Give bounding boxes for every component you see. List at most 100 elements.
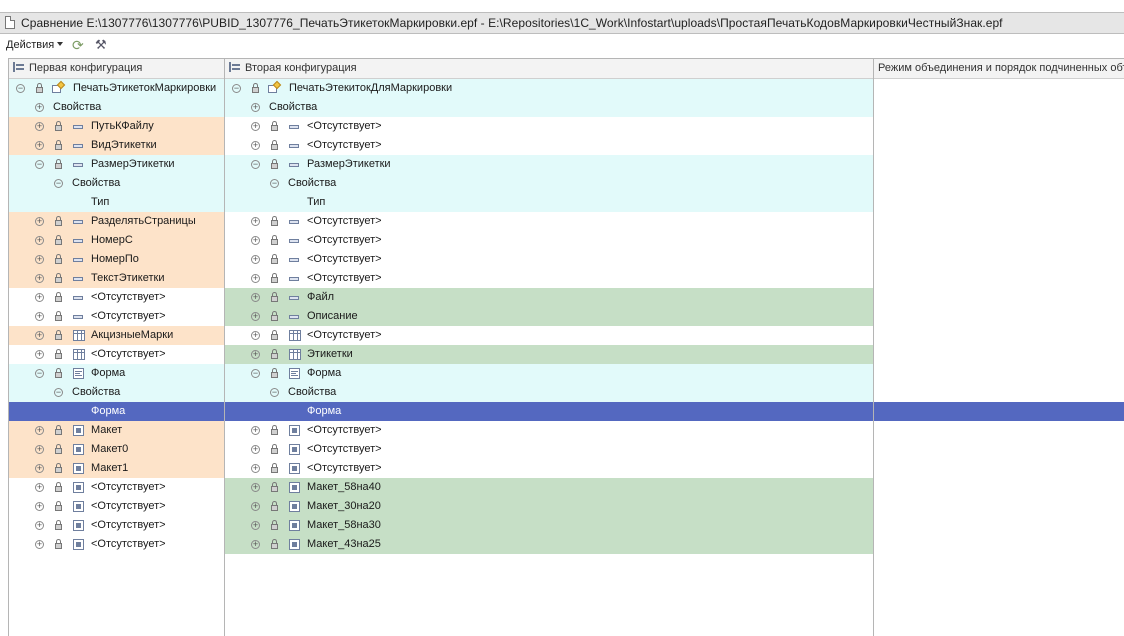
table-row[interactable]: − Форма − Форма	[9, 364, 1124, 383]
table-row[interactable]: − ПечатьЭтикетокМаркировки − ПечатьЭтекиток…	[9, 79, 1124, 98]
first-config-cell[interactable]: + ВидЭтикетки	[9, 136, 224, 155]
collapse-icon[interactable]: −	[16, 84, 25, 93]
table-row[interactable]: + <Отсутствует> + Макет_43на25	[9, 535, 1124, 554]
second-config-cell[interactable]: Форма	[225, 402, 873, 421]
expand-icon[interactable]: +	[251, 312, 260, 321]
expand-icon[interactable]: +	[251, 103, 260, 112]
expand-icon[interactable]: +	[35, 217, 44, 226]
merge-mode-cell[interactable]	[874, 516, 1124, 535]
expand-icon[interactable]: +	[35, 122, 44, 131]
second-config-cell[interactable]: + <Отсутствует>	[225, 421, 873, 440]
collapse-icon[interactable]: −	[35, 160, 44, 169]
merge-mode-cell[interactable]	[874, 364, 1124, 383]
first-config-cell[interactable]: + ПутьКФайлу	[9, 117, 224, 136]
first-config-cell[interactable]: + <Отсутствует>	[9, 288, 224, 307]
column-header-second[interactable]: Вторая конфигурация	[229, 59, 869, 78]
merge-mode-cell[interactable]	[874, 212, 1124, 231]
comparison-tree-grid[interactable]: Первая конфигурация Вторая конфигурация …	[8, 58, 1124, 636]
expand-icon[interactable]: +	[251, 426, 260, 435]
table-row[interactable]: + АкцизныеМарки + <Отсутствует>	[9, 326, 1124, 345]
collapse-icon[interactable]: −	[270, 388, 279, 397]
second-config-cell[interactable]: + <Отсутствует>	[225, 440, 873, 459]
first-config-cell[interactable]: + <Отсутствует>	[9, 478, 224, 497]
table-row[interactable]: + <Отсутствует> + Макет_58на30	[9, 516, 1124, 535]
first-config-cell[interactable]: − ПечатьЭтикетокМаркировки	[9, 79, 224, 98]
first-config-cell[interactable]: + ТекстЭтикетки	[9, 269, 224, 288]
actions-menu-button[interactable]: Действия	[6, 39, 64, 51]
second-config-cell[interactable]: + <Отсутствует>	[225, 250, 873, 269]
table-row[interactable]: + Макет + <Отсутствует>	[9, 421, 1124, 440]
second-config-cell[interactable]: + Описание	[225, 307, 873, 326]
expand-icon[interactable]: +	[35, 293, 44, 302]
second-config-cell[interactable]: − Свойства	[225, 383, 873, 402]
expand-icon[interactable]: +	[251, 236, 260, 245]
merge-mode-cell[interactable]	[874, 79, 1124, 98]
expand-icon[interactable]: +	[35, 274, 44, 283]
expand-icon[interactable]: +	[35, 103, 44, 112]
expand-icon[interactable]: +	[251, 141, 260, 150]
merge-mode-cell[interactable]	[874, 497, 1124, 516]
merge-mode-cell[interactable]	[874, 98, 1124, 117]
merge-mode-cell[interactable]	[874, 307, 1124, 326]
table-row[interactable]: + <Отсутствует> + Макет_58на40	[9, 478, 1124, 497]
merge-mode-cell[interactable]	[874, 231, 1124, 250]
expand-icon[interactable]: +	[35, 502, 44, 511]
expand-icon[interactable]: +	[251, 464, 260, 473]
table-row[interactable]: + <Отсутствует> + Файл	[9, 288, 1124, 307]
second-config-cell[interactable]: + <Отсутствует>	[225, 212, 873, 231]
first-config-cell[interactable]: + <Отсутствует>	[9, 497, 224, 516]
expand-icon[interactable]: +	[35, 255, 44, 264]
expand-icon[interactable]: +	[35, 350, 44, 359]
merge-mode-cell[interactable]	[874, 402, 1124, 421]
merge-mode-cell[interactable]	[874, 250, 1124, 269]
table-row[interactable]: + ТекстЭтикетки + <Отсутствует>	[9, 269, 1124, 288]
expand-icon[interactable]: +	[251, 483, 260, 492]
second-config-cell[interactable]: + Макет_30на20	[225, 497, 873, 516]
second-config-cell[interactable]: + Этикетки	[225, 345, 873, 364]
first-config-cell[interactable]: − Свойства	[9, 174, 224, 193]
expand-icon[interactable]: +	[251, 445, 260, 454]
expand-icon[interactable]: +	[35, 426, 44, 435]
second-config-cell[interactable]: + Файл	[225, 288, 873, 307]
expand-icon[interactable]: +	[251, 274, 260, 283]
table-row[interactable]: + НомерС + <Отсутствует>	[9, 231, 1124, 250]
second-config-cell[interactable]: − РазмерЭтикетки	[225, 155, 873, 174]
expand-icon[interactable]: +	[251, 217, 260, 226]
merge-mode-cell[interactable]	[874, 269, 1124, 288]
expand-icon[interactable]: +	[251, 540, 260, 549]
second-config-cell[interactable]: + <Отсутствует>	[225, 326, 873, 345]
table-row[interactable]: + НомерПо + <Отсутствует>	[9, 250, 1124, 269]
first-config-cell[interactable]: + Макет	[9, 421, 224, 440]
merge-mode-cell[interactable]	[874, 326, 1124, 345]
expand-icon[interactable]: +	[251, 502, 260, 511]
merge-mode-cell[interactable]	[874, 383, 1124, 402]
second-config-cell[interactable]: + <Отсутствует>	[225, 231, 873, 250]
collapse-icon[interactable]: −	[54, 179, 63, 188]
collapse-icon[interactable]: −	[232, 84, 241, 93]
first-config-cell[interactable]: + <Отсутствует>	[9, 345, 224, 364]
second-config-cell[interactable]: + Макет_58на40	[225, 478, 873, 497]
expand-icon[interactable]: +	[35, 521, 44, 530]
table-row[interactable]: + <Отсутствует> + Описание	[9, 307, 1124, 326]
first-config-cell[interactable]: + Свойства	[9, 98, 224, 117]
expand-icon[interactable]: +	[251, 293, 260, 302]
first-config-cell[interactable]: + АкцизныеМарки	[9, 326, 224, 345]
first-config-cell[interactable]: − РазмерЭтикетки	[9, 155, 224, 174]
first-config-cell[interactable]: + <Отсутствует>	[9, 516, 224, 535]
table-row[interactable]: + <Отсутствует> + Этикетки	[9, 345, 1124, 364]
merge-mode-cell[interactable]	[874, 535, 1124, 554]
second-config-cell[interactable]: − Свойства	[225, 174, 873, 193]
expand-icon[interactable]: +	[35, 483, 44, 492]
expand-icon[interactable]: +	[251, 350, 260, 359]
collapse-icon[interactable]: −	[54, 388, 63, 397]
merge-mode-cell[interactable]	[874, 193, 1124, 212]
second-config-cell[interactable]: − ПечатьЭтекитокДляМаркировки	[225, 79, 873, 98]
first-config-cell[interactable]: + <Отсутствует>	[9, 535, 224, 554]
first-config-cell[interactable]: Форма	[9, 402, 224, 421]
table-row[interactable]: + ПутьКФайлу + <Отсутствует>	[9, 117, 1124, 136]
table-row[interactable]: Форма Форма	[9, 402, 1124, 421]
second-config-cell[interactable]: + Макет_43на25	[225, 535, 873, 554]
second-config-cell[interactable]: + Свойства	[225, 98, 873, 117]
second-config-cell[interactable]: + <Отсутствует>	[225, 269, 873, 288]
first-config-cell[interactable]: + НомерС	[9, 231, 224, 250]
